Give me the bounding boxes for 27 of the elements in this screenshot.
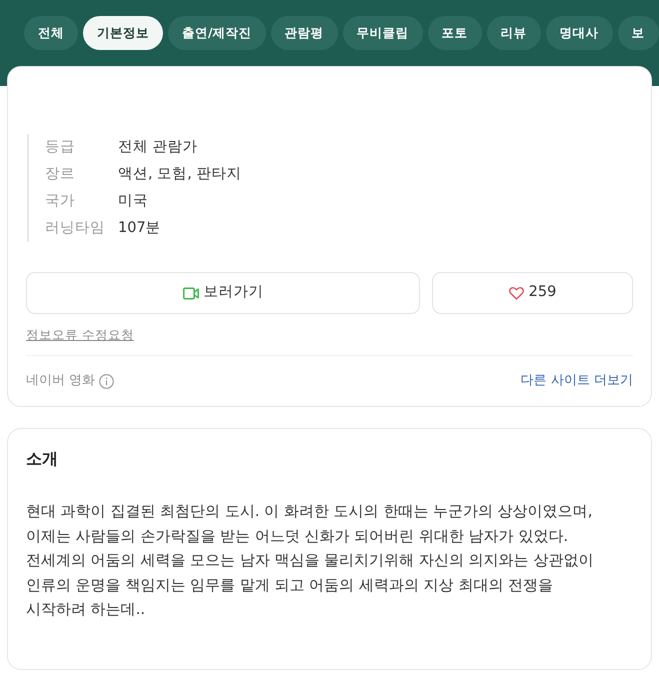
tab[interactable]: 관람평 — [270, 16, 338, 50]
tab[interactable]: 포토 — [428, 16, 482, 50]
report-error-link[interactable]: 정보오류 수정요청 — [26, 326, 134, 345]
info-value: 미국 — [118, 192, 148, 211]
like-button[interactable]: 259 — [432, 272, 633, 314]
tab[interactable]: 무비클립 — [342, 16, 423, 50]
heart-icon — [508, 286, 524, 300]
tab[interactable]: 기본정보 — [83, 16, 163, 50]
tab[interactable]: 보 — [618, 16, 659, 50]
info-icon[interactable] — [99, 374, 114, 388]
tab[interactable]: 명대사 — [546, 16, 613, 50]
source-label: 네이버 영화 — [26, 372, 96, 390]
info-value: 전체 관람가 — [118, 138, 198, 157]
tab[interactable]: 전체 — [24, 16, 78, 50]
info-label: 국가 — [45, 192, 76, 211]
tab[interactable]: 출연/제작진 — [168, 16, 266, 50]
info-label: 러닝타임 — [45, 218, 106, 238]
info-label: 장르 — [45, 164, 76, 184]
tab[interactable]: 리뷰 — [486, 16, 541, 50]
intro-title: 소개 — [26, 449, 59, 468]
video-camera-icon — [182, 286, 198, 300]
intro-paragraph: 현대 과학이 집결된 최첨단의 도시. 이 화려한 도시의 한때는 누군가의 상상이였으며, 이제는 사람들의 손가락질을 받는 어느덧 신화가 되어버린 위대한 남자가 있었다. 전세계의 어둠의 세력을 모으는 남자 맥심을 물리치기위해 자신의 의지와는 상관없이 인류의 운명을 책임지는 임무를 맡게 되고 어둠의 세력과의 지상 최대의 전쟁을 시작하려 하는데.. — [26, 502, 594, 620]
info-value: 107분 — [118, 218, 161, 238]
info-label: 등급 — [45, 138, 76, 157]
info-value: 액션, 모험, 판타지 — [118, 164, 242, 184]
watch-button[interactable]: 보러가기 — [26, 272, 420, 314]
more-sites-link[interactable]: 다른 사이트 더보기 — [520, 371, 633, 391]
